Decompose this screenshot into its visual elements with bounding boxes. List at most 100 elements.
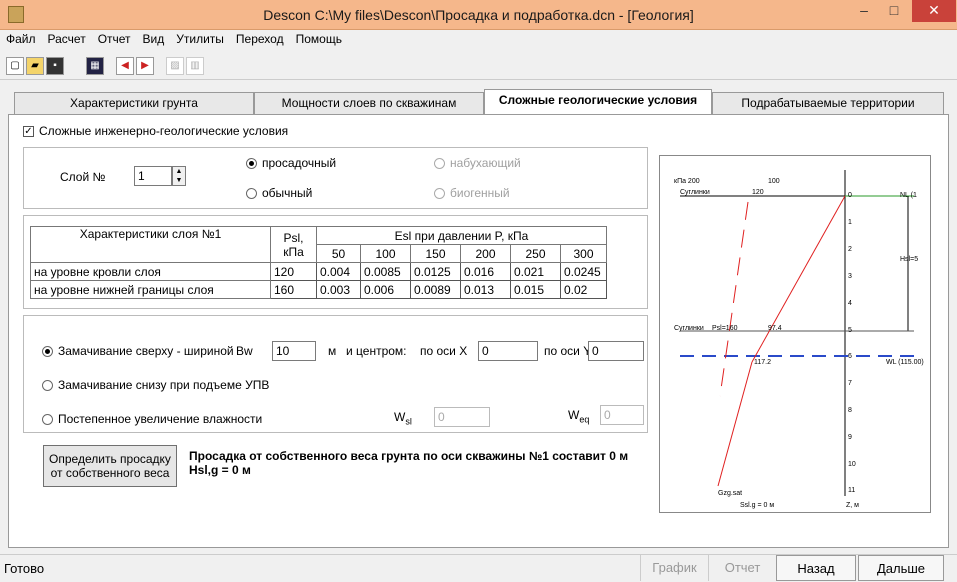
axis-y-input[interactable]: 0	[588, 341, 644, 361]
esl-cell[interactable]: 0.0085	[360, 262, 411, 281]
chart-svg	[680, 170, 914, 496]
psl-dashed-line	[719, 201, 749, 397]
bw-label: Bw	[236, 344, 253, 358]
wetting-group: Замачивание сверху - шириной Bw 10 м и ц…	[23, 315, 648, 433]
esl-cell[interactable]: 0.006	[360, 280, 411, 299]
depth-tick: 7	[848, 380, 852, 387]
tab-complex-geology[interactable]: Сложные геологические условия	[484, 89, 712, 114]
row-label: на уровне нижней границы слоя	[30, 280, 271, 299]
wsl-input[interactable]: 0	[434, 407, 490, 427]
bw-input[interactable]: 10	[272, 341, 316, 361]
depth-tick: 11	[848, 487, 856, 494]
complex-conditions-label: Сложные инженерно-геологические условия	[39, 124, 289, 138]
title-bar: Descon C:\My files\Descon\Просадка и под…	[0, 0, 957, 30]
complex-conditions-checkbox[interactable]: ✓	[23, 126, 34, 137]
chart-ssl-label: Ssl.g = 0 м	[740, 502, 775, 509]
table-row: на уровне нижней границы слоя 160 0.003 …	[30, 280, 607, 299]
chart-soil-top: Суглинки	[680, 189, 710, 196]
maximize-button[interactable]: □	[880, 0, 908, 22]
next-button[interactable]: Дальше	[858, 555, 944, 581]
table-row: на уровне кровли слоя 120 0.004 0.0085 0…	[30, 262, 607, 281]
swelling-radio[interactable]	[434, 158, 445, 169]
chart-hsl-label: Hsl=5	[900, 256, 919, 263]
top-wetting-radio[interactable]	[42, 346, 53, 357]
depth-tick: 9	[848, 434, 852, 441]
ordinary-label: обычный	[262, 186, 313, 200]
depth-tick: 3	[848, 273, 852, 280]
psl-cell[interactable]: 160	[270, 280, 317, 299]
geology-chart: кПа 200 100 Суглинки 120 NL (1 Hsl=5 Суг…	[659, 155, 931, 513]
top-wetting-label: Замачивание сверху - шириной	[58, 344, 234, 358]
biogenic-radio[interactable]	[434, 188, 445, 199]
esl-cell[interactable]: 0.015	[510, 280, 561, 299]
chart-soil-bottom: Суглинки	[674, 325, 704, 332]
weq-letter: W	[568, 408, 580, 422]
close-button[interactable]: ✕	[912, 0, 956, 22]
open-folder-icon[interactable]: ▰	[26, 57, 44, 75]
axis-x-input[interactable]: 0	[478, 341, 538, 361]
bottom-wetting-radio[interactable]	[42, 380, 53, 391]
tab-layer-thickness[interactable]: Мощности слоев по скважинам	[254, 92, 484, 114]
ordinary-radio[interactable]	[246, 188, 257, 199]
save-icon[interactable]: ▪	[46, 57, 64, 75]
depth-tick: 0	[848, 192, 852, 199]
pressure-header: 100	[360, 244, 411, 263]
menu-view[interactable]: Вид	[137, 30, 171, 46]
result-hslg: Hsl,g = 0 м	[189, 463, 251, 477]
back-arrow-icon[interactable]: ◀	[116, 57, 134, 75]
chart-psl-160: Psl=160	[712, 325, 738, 332]
axis-y-label: по оси Y	[544, 344, 592, 358]
chart-nl-label: NL (1	[900, 192, 917, 199]
menu-help[interactable]: Помощь	[290, 30, 348, 46]
minimize-button[interactable]: –	[850, 0, 878, 22]
chart-val-117: 117.2	[754, 359, 771, 366]
new-file-icon[interactable]: ▢	[6, 57, 24, 75]
depth-tick: 10	[848, 461, 856, 468]
status-text: Готово	[4, 561, 45, 576]
pressure-header: 50	[316, 244, 361, 263]
axis-x-label: по оси X	[420, 344, 468, 358]
tab-bar: Характеристики грунта Мощности слоев по …	[8, 89, 949, 114]
weq-input[interactable]: 0	[600, 405, 644, 425]
menu-calc[interactable]: Расчет	[42, 30, 92, 46]
esl-cell[interactable]: 0.013	[460, 280, 511, 299]
back-button[interactable]: Назад	[776, 555, 856, 581]
menu-goto[interactable]: Переход	[230, 30, 290, 46]
chart-kpa-label: кПа 200	[674, 178, 700, 185]
calculator-icon[interactable]: ▦	[86, 57, 104, 75]
tab-undermined-territories[interactable]: Подрабатываемые территории	[712, 92, 944, 114]
edit-icon[interactable]: ▨	[166, 57, 184, 75]
center-label: и центром:	[346, 344, 407, 358]
psl-cell[interactable]: 120	[270, 262, 317, 281]
weq-label: Weq	[568, 408, 589, 424]
esl-cell[interactable]: 0.0089	[410, 280, 461, 299]
menu-file[interactable]: Файл	[0, 30, 42, 46]
esl-cell[interactable]: 0.021	[510, 262, 561, 281]
esl-cell[interactable]: 0.0245	[560, 262, 607, 281]
report-button[interactable]: Отчет	[708, 555, 776, 581]
window-title: Descon C:\My files\Descon\Просадка и под…	[263, 7, 694, 23]
esl-cell[interactable]: 0.016	[460, 262, 511, 281]
bw-unit: м	[328, 344, 337, 358]
forward-arrow-icon[interactable]: ▶	[136, 57, 154, 75]
menu-report[interactable]: Отчет	[92, 30, 137, 46]
wsl-letter: W	[394, 410, 406, 424]
psl-header: Psl, кПа	[270, 226, 317, 263]
menu-utilities[interactable]: Утилиты	[170, 30, 230, 46]
table-icon[interactable]: ▥	[186, 57, 204, 75]
esl-cell[interactable]: 0.003	[316, 280, 361, 299]
esl-cell[interactable]: 0.0125	[410, 262, 461, 281]
tab-soil-characteristics[interactable]: Характеристики грунта	[14, 92, 254, 114]
chart-gzg-label: Gzg.sat	[718, 490, 743, 497]
wsl-label: Wsl	[394, 410, 412, 426]
layer-spinner[interactable]: ▲ ▼	[172, 166, 186, 186]
determine-subsidence-button[interactable]: Определить просадку от собственного веса	[43, 445, 177, 487]
esl-cell[interactable]: 0.02	[560, 280, 607, 299]
layer-table-group: Характеристики слоя №1 Psl, кПа Esl при …	[23, 215, 648, 309]
depth-tick: 1	[848, 219, 852, 226]
gradual-wetting-radio[interactable]	[42, 414, 53, 425]
graph-button[interactable]: График	[640, 555, 708, 581]
esl-cell[interactable]: 0.004	[316, 262, 361, 281]
subsiding-radio[interactable]	[246, 158, 257, 169]
layer-number-input[interactable]: 1	[134, 166, 172, 186]
